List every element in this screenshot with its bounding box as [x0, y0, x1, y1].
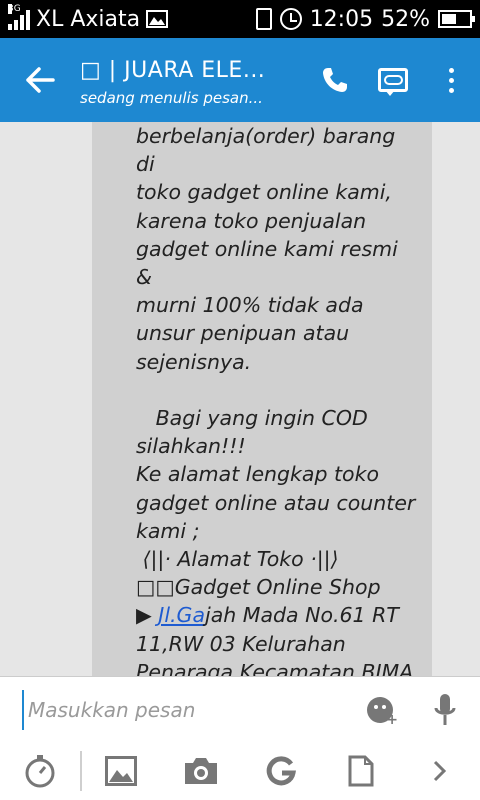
message-bubble[interactable]: berbelanja(order) barang di toko gadget …	[92, 122, 432, 676]
chevron-right-icon	[434, 760, 447, 782]
chat-contact-icon	[378, 68, 408, 96]
battery-percent: 52%	[381, 6, 430, 32]
composer: Masukkan pesan +	[0, 676, 480, 742]
battery-icon	[438, 10, 475, 28]
back-button[interactable]	[0, 38, 80, 122]
gallery-button[interactable]	[82, 742, 162, 800]
message-input-placeholder: Masukkan pesan	[28, 697, 196, 722]
call-button[interactable]	[306, 38, 364, 122]
plus-icon: +	[386, 711, 398, 728]
overflow-menu-button[interactable]	[422, 38, 480, 122]
address-link[interactable]: Jl.Ga	[158, 603, 205, 627]
clock: 12:05	[309, 6, 374, 32]
signal-icon: 3G	[8, 4, 30, 30]
mic-button[interactable]	[410, 680, 480, 740]
network-type: 3G	[8, 4, 21, 14]
image-icon	[105, 756, 138, 786]
image-notification-icon	[146, 10, 169, 28]
stopwatch-icon	[25, 755, 55, 788]
message-input[interactable]: Masukkan pesan	[22, 689, 350, 730]
camera-button[interactable]	[161, 742, 241, 800]
emoji-button[interactable]: +	[350, 680, 410, 740]
app-bar: □ | JUARA ELE... sedang menulis pesan...	[0, 38, 480, 122]
message-text: berbelanja(order) barang di toko gadget …	[136, 124, 416, 676]
gif-button[interactable]	[241, 742, 321, 800]
phone-icon	[323, 68, 347, 92]
contact-card-button[interactable]	[364, 38, 422, 122]
conversation-title: □ | JUARA ELE...	[80, 57, 266, 83]
message-list[interactable]: berbelanja(order) barang di toko gadget …	[0, 122, 480, 676]
more-vert-icon	[448, 67, 454, 93]
typing-status: sedang menulis pesan...	[80, 88, 263, 107]
file-button[interactable]	[321, 742, 401, 800]
file-icon	[348, 755, 373, 787]
attachment-toolbar	[0, 742, 480, 800]
more-options-button[interactable]	[400, 742, 480, 800]
vibrate-icon	[255, 8, 272, 30]
status-bar: 3G XL Axiata 12:05 52%	[0, 0, 480, 38]
timer-button[interactable]	[0, 742, 80, 800]
carrier-name: XL Axiata	[36, 6, 141, 32]
refresh-g-icon	[266, 756, 296, 786]
alarm-icon	[279, 8, 302, 30]
conversation-header[interactable]: □ | JUARA ELE... sedang menulis pesan...	[80, 54, 306, 107]
camera-icon	[185, 758, 218, 784]
arrow-left-icon	[26, 67, 55, 93]
microphone-icon	[434, 693, 456, 725]
